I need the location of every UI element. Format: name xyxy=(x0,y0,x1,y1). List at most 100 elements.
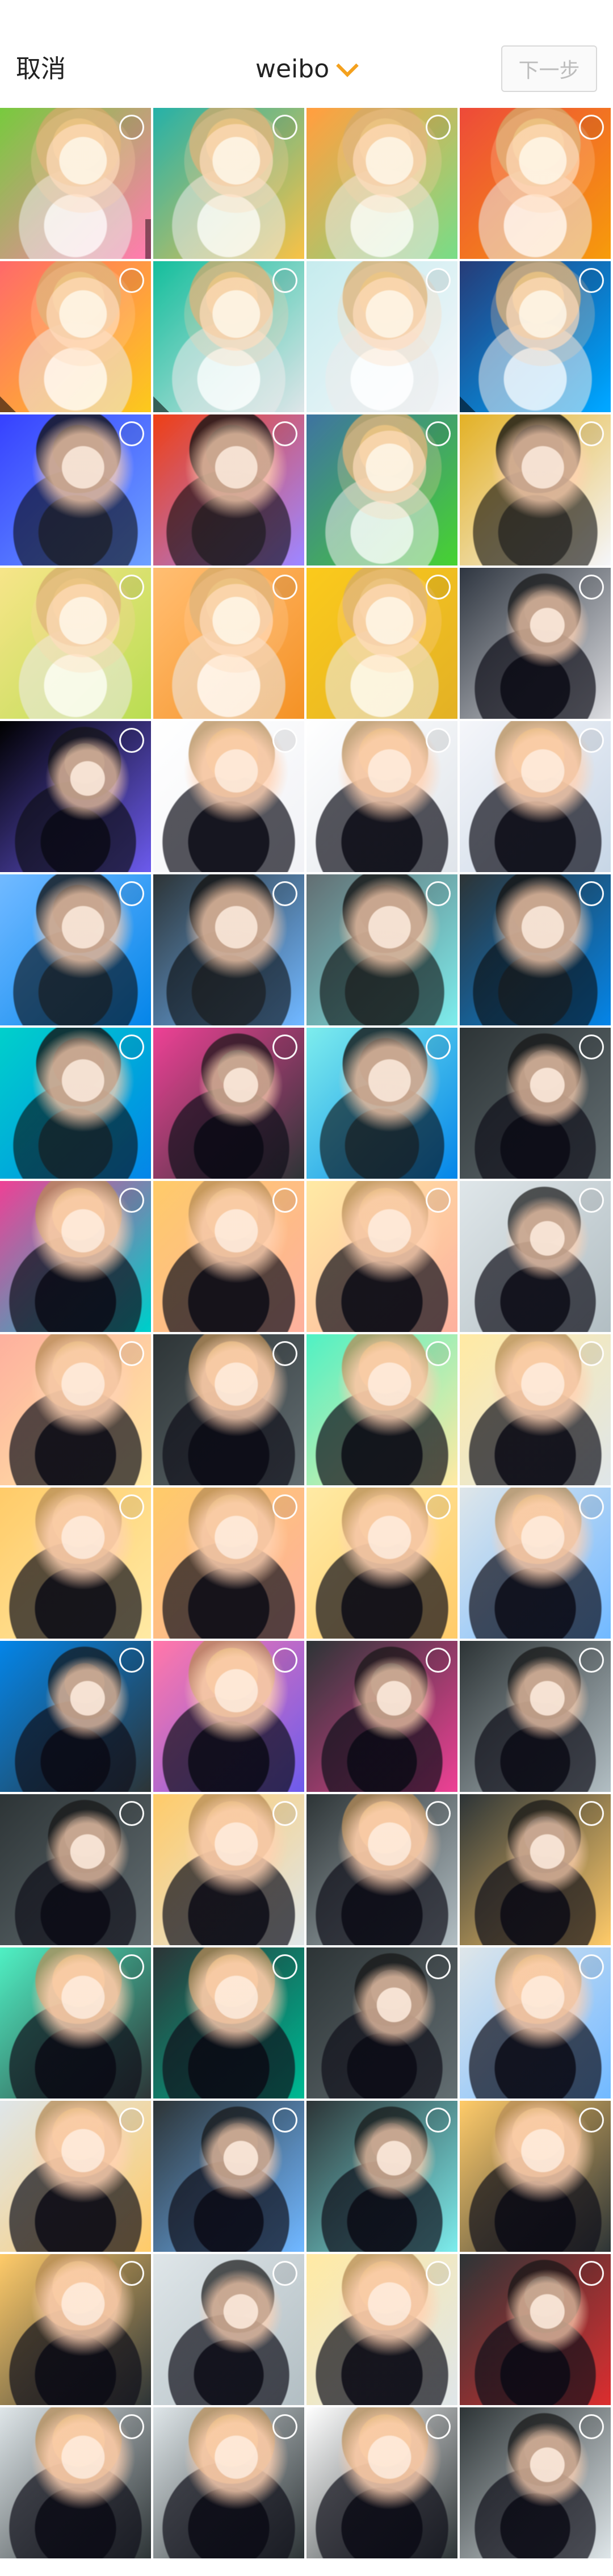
photo-tile[interactable] xyxy=(460,1947,611,2099)
photo-tile[interactable] xyxy=(153,1794,304,1945)
photo-tile[interactable] xyxy=(306,1641,457,1792)
select-circle-icon[interactable] xyxy=(272,1954,297,1979)
photo-tile[interactable] xyxy=(306,874,457,1025)
select-circle-icon[interactable] xyxy=(426,2261,451,2286)
photo-tile[interactable] xyxy=(306,1181,457,1332)
photo-tile[interactable] xyxy=(460,568,611,719)
select-circle-icon[interactable] xyxy=(119,881,144,906)
select-circle-icon[interactable] xyxy=(119,1188,144,1213)
select-circle-icon[interactable] xyxy=(579,1341,604,1366)
select-circle-icon[interactable] xyxy=(426,728,451,753)
photo-tile[interactable] xyxy=(306,1794,457,1945)
photo-tile[interactable] xyxy=(460,261,611,412)
select-circle-icon[interactable] xyxy=(426,1954,451,1979)
photo-tile[interactable] xyxy=(0,1641,151,1792)
photo-tile[interactable] xyxy=(306,2254,457,2405)
select-circle-icon[interactable] xyxy=(579,1188,604,1213)
select-circle-icon[interactable] xyxy=(426,421,451,446)
select-circle-icon[interactable] xyxy=(426,115,451,140)
select-circle-icon[interactable] xyxy=(579,2414,604,2439)
select-circle-icon[interactable] xyxy=(119,1801,144,1826)
photo-tile[interactable] xyxy=(306,108,457,259)
photo-tile[interactable] xyxy=(0,1488,151,1639)
select-circle-icon[interactable] xyxy=(426,1034,451,1059)
photo-tile[interactable] xyxy=(306,1488,457,1639)
select-circle-icon[interactable] xyxy=(119,421,144,446)
select-circle-icon[interactable] xyxy=(272,728,297,753)
photo-tile[interactable] xyxy=(460,1488,611,1639)
photo-tile[interactable] xyxy=(0,2254,151,2405)
photo-tile[interactable] xyxy=(153,1947,304,2099)
select-circle-icon[interactable] xyxy=(426,1341,451,1366)
photo-tile[interactable] xyxy=(0,721,151,872)
photo-tile[interactable] xyxy=(306,414,457,566)
select-circle-icon[interactable] xyxy=(119,1954,144,1979)
select-circle-icon[interactable] xyxy=(426,1494,451,1519)
photo-tile[interactable] xyxy=(306,1028,457,1179)
select-circle-icon[interactable] xyxy=(426,881,451,906)
photo-tile[interactable] xyxy=(460,874,611,1025)
select-circle-icon[interactable] xyxy=(119,2108,144,2133)
select-circle-icon[interactable] xyxy=(119,115,144,140)
select-circle-icon[interactable] xyxy=(272,1188,297,1213)
photo-tile[interactable] xyxy=(0,1947,151,2099)
photo-tile[interactable] xyxy=(0,874,151,1025)
photo-tile[interactable] xyxy=(460,1794,611,1945)
select-circle-icon[interactable] xyxy=(579,1648,604,1673)
select-circle-icon[interactable] xyxy=(272,268,297,293)
photo-tile[interactable] xyxy=(153,2407,304,2558)
select-circle-icon[interactable] xyxy=(579,881,604,906)
photo-tile[interactable] xyxy=(0,261,151,412)
select-circle-icon[interactable] xyxy=(579,1954,604,1979)
select-circle-icon[interactable] xyxy=(426,1801,451,1826)
select-circle-icon[interactable] xyxy=(119,2414,144,2439)
photo-tile[interactable] xyxy=(460,1181,611,1332)
photo-tile[interactable] xyxy=(153,1488,304,1639)
select-circle-icon[interactable] xyxy=(272,575,297,600)
photo-tile[interactable] xyxy=(460,2254,611,2405)
select-circle-icon[interactable] xyxy=(272,1494,297,1519)
select-circle-icon[interactable] xyxy=(119,268,144,293)
photo-tile[interactable] xyxy=(306,2101,457,2252)
album-switcher[interactable]: weibo xyxy=(255,52,359,86)
photo-tile[interactable] xyxy=(153,108,304,259)
photo-tile[interactable] xyxy=(306,261,457,412)
photo-tile[interactable] xyxy=(460,1028,611,1179)
select-circle-icon[interactable] xyxy=(119,1648,144,1673)
next-step-button[interactable]: 下一步 xyxy=(501,45,597,92)
select-circle-icon[interactable] xyxy=(272,881,297,906)
photo-tile[interactable] xyxy=(153,874,304,1025)
photo-tile[interactable] xyxy=(0,414,151,566)
select-circle-icon[interactable] xyxy=(272,1034,297,1059)
photo-tile[interactable] xyxy=(460,721,611,872)
select-circle-icon[interactable] xyxy=(119,1341,144,1366)
photo-tile[interactable] xyxy=(0,568,151,719)
select-circle-icon[interactable] xyxy=(426,575,451,600)
cancel-button[interactable]: 取消 xyxy=(16,52,66,86)
select-circle-icon[interactable] xyxy=(426,1188,451,1213)
select-circle-icon[interactable] xyxy=(579,421,604,446)
photo-tile[interactable] xyxy=(306,568,457,719)
select-circle-icon[interactable] xyxy=(579,575,604,600)
select-circle-icon[interactable] xyxy=(119,575,144,600)
select-circle-icon[interactable] xyxy=(272,1341,297,1366)
select-circle-icon[interactable] xyxy=(579,2261,604,2286)
photo-tile[interactable] xyxy=(460,2101,611,2252)
photo-tile[interactable] xyxy=(153,261,304,412)
select-circle-icon[interactable] xyxy=(426,2414,451,2439)
select-circle-icon[interactable] xyxy=(579,1494,604,1519)
photo-tile[interactable] xyxy=(460,2407,611,2558)
select-circle-icon[interactable] xyxy=(119,1034,144,1059)
select-circle-icon[interactable] xyxy=(426,1648,451,1673)
select-circle-icon[interactable] xyxy=(579,2108,604,2133)
photo-tile[interactable] xyxy=(153,414,304,566)
select-circle-icon[interactable] xyxy=(272,1801,297,1826)
photo-tile[interactable] xyxy=(460,1334,611,1485)
photo-tile[interactable] xyxy=(0,108,151,259)
select-circle-icon[interactable] xyxy=(119,728,144,753)
photo-tile[interactable] xyxy=(0,2101,151,2252)
photo-tile[interactable] xyxy=(153,721,304,872)
photo-tile[interactable] xyxy=(0,1334,151,1485)
photo-tile[interactable] xyxy=(0,1794,151,1945)
select-circle-icon[interactable] xyxy=(272,1648,297,1673)
